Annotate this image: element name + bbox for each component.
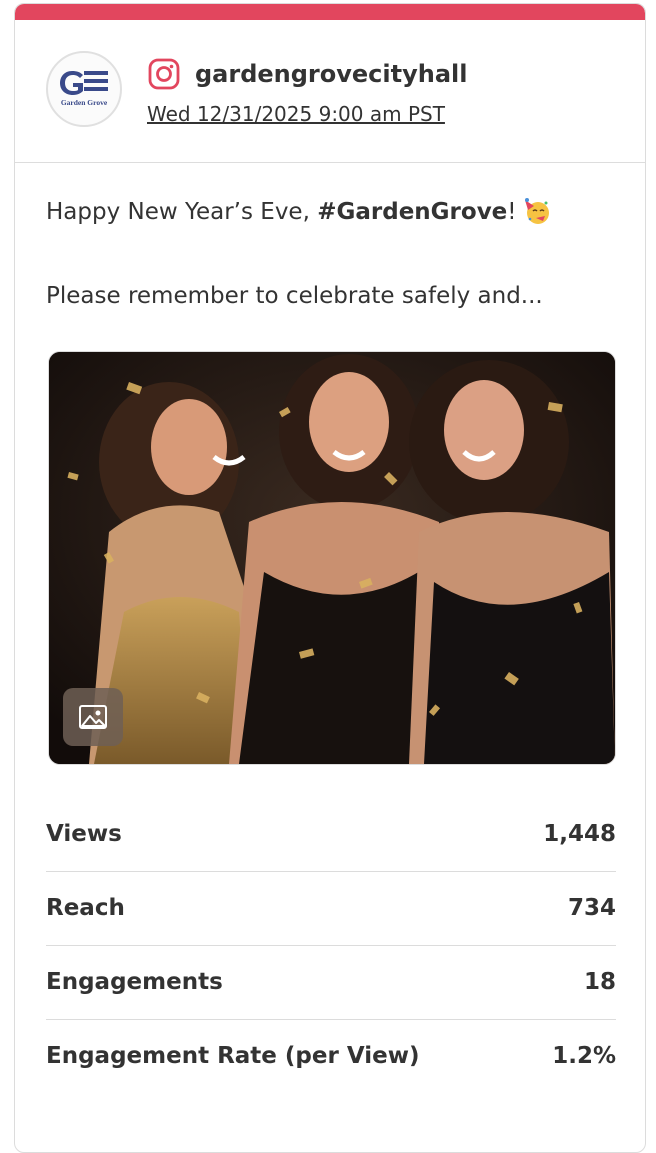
avatar[interactable]: Garden Grove — [46, 51, 122, 127]
image-icon — [79, 705, 107, 729]
caption-line-2: Please remember to celebrate safely and.… — [46, 283, 543, 309]
metrics-list: Views 1,448 Reach 734 Engagements 18 Eng… — [46, 798, 616, 1094]
media-type-badge — [63, 688, 123, 746]
instagram-icon — [148, 58, 180, 90]
post-timestamp-link[interactable]: Wed 12/31/2025 9:00 am PST — [147, 100, 445, 128]
svg-text:Garden Grove: Garden Grove — [61, 98, 108, 107]
partying-face-emoji-icon — [524, 198, 549, 224]
metric-value: 1,448 — [543, 821, 616, 847]
metric-views: Views 1,448 — [46, 798, 616, 872]
metric-label: Engagements — [46, 969, 223, 995]
garden-grove-logo: Garden Grove — [60, 71, 108, 107]
party-photo — [49, 352, 615, 764]
account-handle[interactable]: gardengrovecityhall — [195, 58, 467, 90]
post-image[interactable] — [48, 351, 616, 765]
metric-value: 18 — [583, 969, 616, 995]
metric-value: 1.2% — [552, 1043, 616, 1069]
accent-bar — [15, 4, 645, 20]
metric-label: Views — [46, 821, 122, 847]
metric-value: 734 — [567, 895, 616, 921]
post-header: Garden Grove gardengrovecityhall Wed 12/… — [15, 20, 645, 163]
metric-label: Engagement Rate (per View) — [46, 1043, 420, 1069]
post-card: Garden Grove gardengrovecityhall Wed 12/… — [14, 3, 646, 1153]
caption-line-1: Happy New Year’s Eve, #GardenGrove! — [46, 196, 616, 228]
metric-label: Reach — [46, 895, 125, 921]
hashtag-link[interactable]: #GardenGrove — [317, 199, 507, 225]
metric-engagements: Engagements 18 — [46, 946, 616, 1020]
post-caption: Happy New Year’s Eve, #GardenGrove! Plea… — [46, 196, 616, 312]
metric-reach: Reach 734 — [46, 872, 616, 946]
metric-engagement-rate: Engagement Rate (per View) 1.2% — [46, 1020, 616, 1094]
